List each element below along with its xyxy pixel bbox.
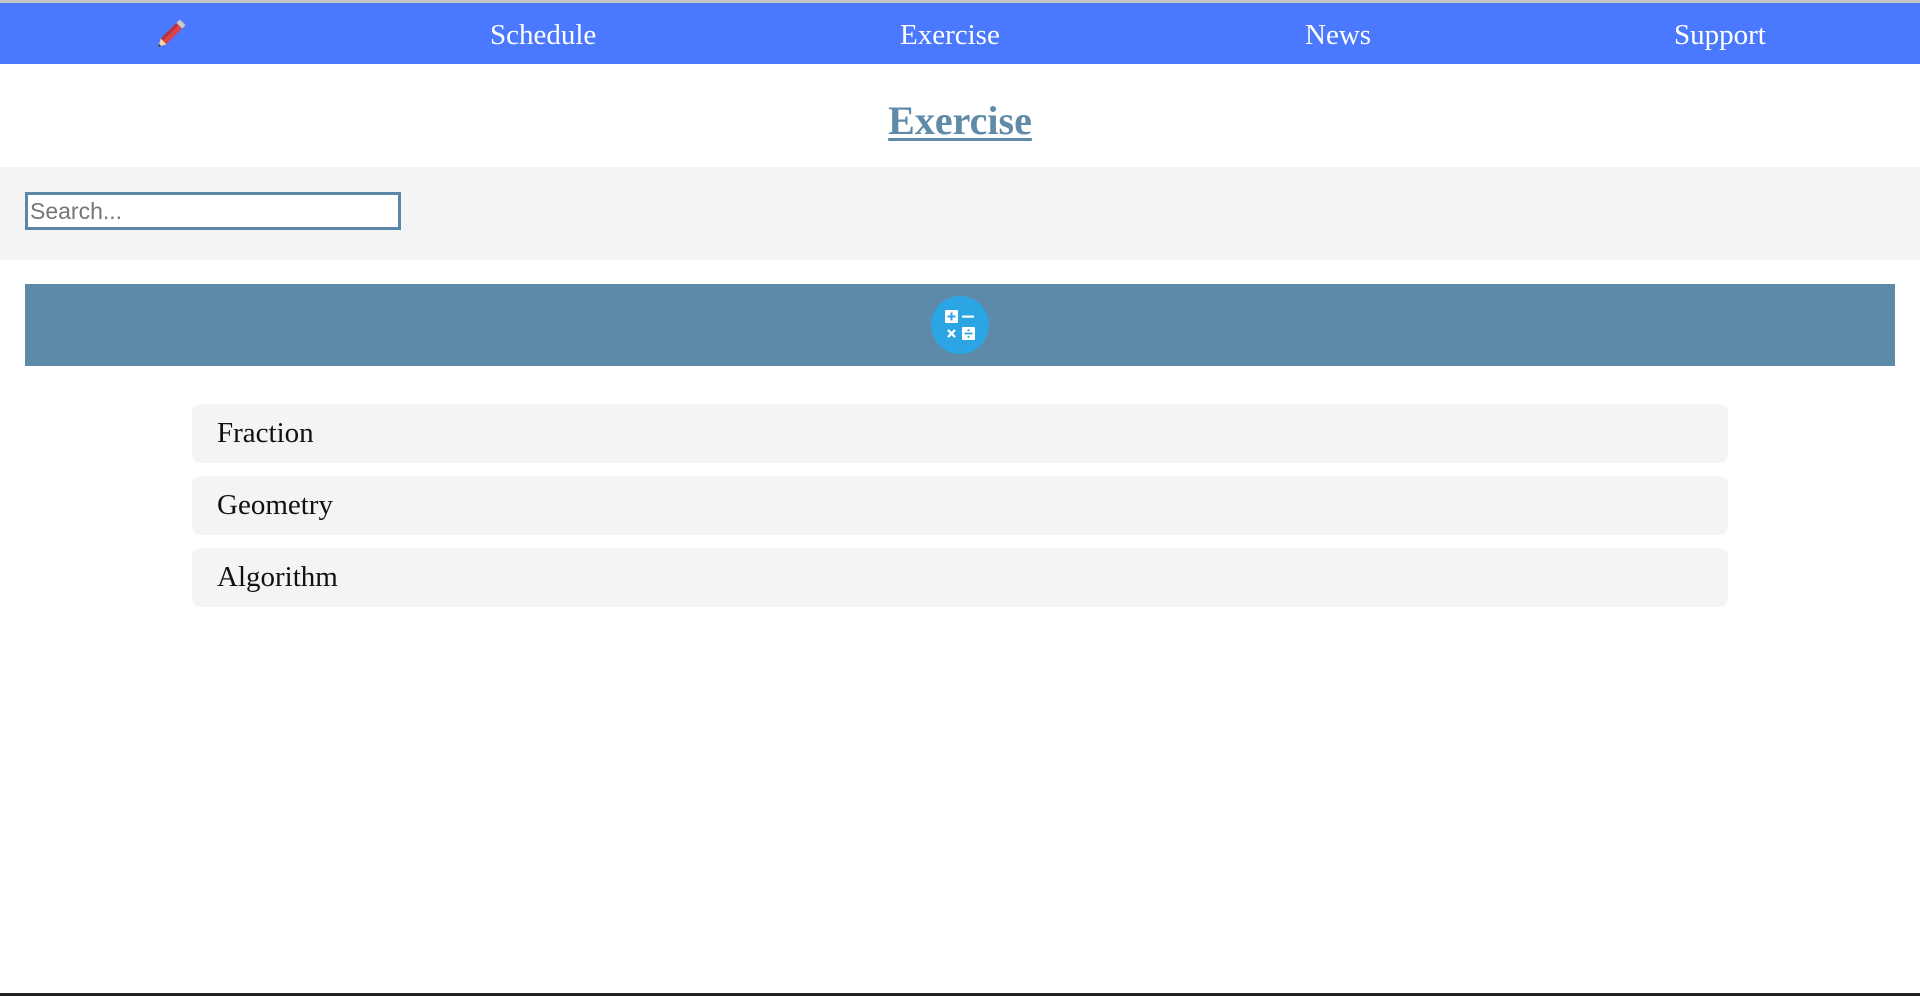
search-bar-area bbox=[0, 167, 1920, 260]
list-item-geometry[interactable]: Geometry bbox=[192, 476, 1728, 535]
exercise-list: Fraction Geometry Algorithm bbox=[192, 404, 1728, 620]
page-title: Exercise bbox=[888, 98, 1032, 143]
list-item-algorithm[interactable]: Algorithm bbox=[192, 548, 1728, 607]
pencil-icon[interactable] bbox=[150, 15, 190, 55]
calculator-icon bbox=[931, 296, 989, 354]
list-item-fraction[interactable]: Fraction bbox=[192, 404, 1728, 463]
nav-link-exercise[interactable]: Exercise bbox=[900, 3, 1000, 64]
title-section: Exercise bbox=[0, 64, 1920, 167]
search-input[interactable] bbox=[25, 192, 401, 230]
top-navbar: Schedule Exercise News Support bbox=[0, 3, 1920, 64]
nav-link-support[interactable]: Support bbox=[1674, 3, 1766, 64]
nav-link-news[interactable]: News bbox=[1305, 3, 1371, 64]
nav-link-schedule[interactable]: Schedule bbox=[490, 3, 596, 64]
category-banner bbox=[25, 284, 1895, 366]
